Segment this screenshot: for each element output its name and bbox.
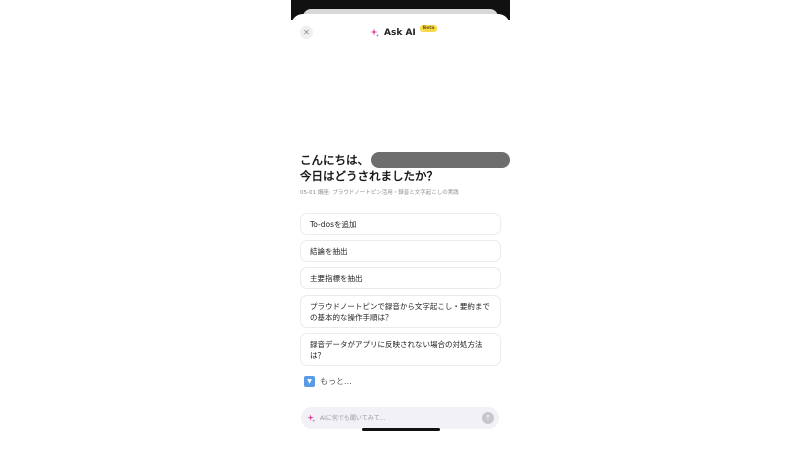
sheet-title: Ask AI (384, 27, 416, 38)
chevron-down-icon: ▼ (304, 376, 315, 387)
more-button[interactable]: ▼ もっと... (304, 376, 352, 387)
greeting-question: 今日はどうされましたか？ (300, 169, 438, 183)
context-label: 05-01 講座: プラウドノートピン活用・録音と文字起こしの実践 (300, 190, 459, 196)
home-indicator (362, 428, 440, 431)
arrow-up-icon: ↑ (485, 414, 491, 422)
beta-badge: Beta (419, 25, 438, 32)
user-name-redacted (371, 152, 510, 168)
ask-ai-input[interactable] (320, 411, 482, 425)
send-button[interactable]: ↑ (482, 412, 494, 424)
close-icon: ✕ (303, 28, 310, 37)
greeting-hello: こんにちは、 (300, 153, 369, 167)
suggestion-add-todos[interactable]: To-dosを追加 (300, 213, 501, 235)
suggestion-extract-conclusion[interactable]: 結論を抽出 (300, 240, 501, 262)
suggestion-extract-metrics[interactable]: 主要指標を抽出 (300, 267, 501, 289)
sparkle-icon (307, 413, 316, 422)
phone-screen: ✕ Ask AI Beta こんにちは、 今日はどうされましたか？ 05-01 … (291, 0, 510, 450)
close-button[interactable]: ✕ (300, 26, 313, 39)
suggestion-basic-steps[interactable]: プラウドノートピンで録音から文字起こし・要約までの基本的な操作手順は？ (300, 295, 501, 328)
sparkle-icon (370, 28, 379, 37)
ask-ai-sheet: ✕ Ask AI Beta こんにちは、 今日はどうされましたか？ 05-01 … (291, 14, 510, 450)
suggestion-troubleshoot-sync[interactable]: 録音データがアプリに反映されない場合の対処方法は？ (300, 333, 501, 366)
greeting-heading: こんにちは、 今日はどうされましたか？ (300, 152, 510, 184)
more-label: もっと... (320, 377, 352, 386)
ask-ai-input-bar: ↑ (301, 407, 499, 429)
sheet-header: Ask AI Beta (370, 25, 438, 39)
